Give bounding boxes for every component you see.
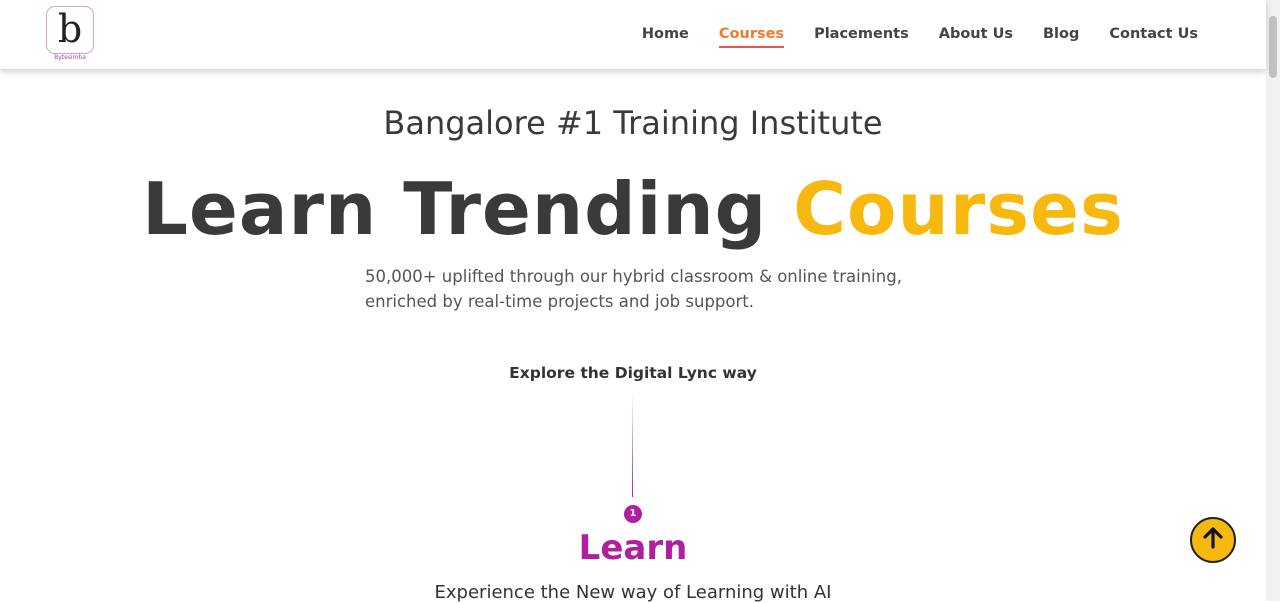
brand-logo[interactable]: b [46,6,94,54]
logo-letter: b [57,7,83,51]
step-title: Learn [578,528,688,568]
nav-contact-us[interactable]: Contact Us [1109,26,1198,42]
headline-highlight: Courses [793,167,1124,251]
step-number-badge: 1 [624,505,642,523]
arrow-up-icon [1200,525,1226,555]
step-description: Experience the New way of Learning with … [434,582,832,603]
hero-subtext: 50,000+ uplifted through our hybrid clas… [365,264,925,314]
hero-headline: Learn Trending Courses [0,164,1266,254]
nav-courses[interactable]: Courses [718,26,785,48]
scrollbar-thumb[interactable] [1269,16,1277,78]
scroll-to-top-button[interactable] [1190,517,1236,563]
subtext-line-1: 50,000+ uplifted through our hybrid clas… [365,267,902,286]
nav-about-us[interactable]: About Us [939,26,1013,42]
subtext-line-2: enriched by real-time projects and job s… [365,292,754,311]
hero-kicker: Bangalore #1 Training Institute [383,104,883,142]
explore-title: Explore the Digital Lync way [509,364,757,382]
page-scrollbar[interactable] [1266,0,1280,601]
nav-home[interactable]: Home [642,26,689,42]
main-nav: Home Courses Placements About Us Blog Co… [642,26,1198,48]
logo-wordmark: Bytesimba [54,54,86,61]
nav-blog[interactable]: Blog [1043,26,1079,42]
headline-main: Learn Trending [142,167,794,251]
nav-placements[interactable]: Placements [814,26,909,42]
timeline-line [632,393,633,497]
site-header: b Bytesimba Home Courses Placements Abou… [0,0,1266,69]
